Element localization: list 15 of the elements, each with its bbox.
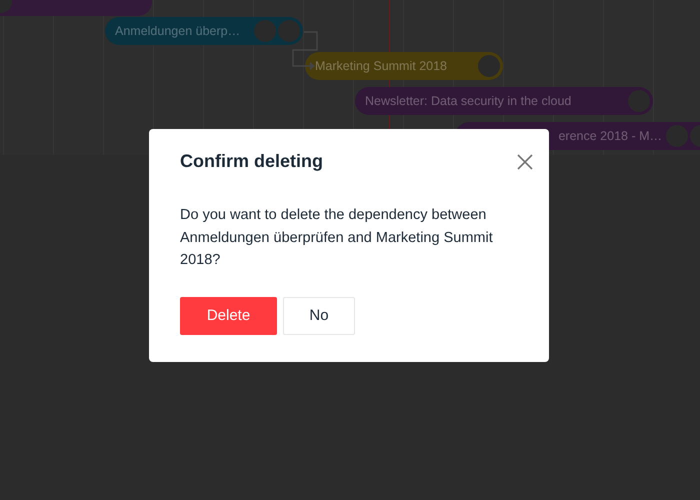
cancel-button[interactable]: No xyxy=(283,296,355,334)
task-title: erence 2018 - M… xyxy=(557,129,663,143)
dialog-message: Do you want to delete the dependency between Anmeldungen überprüfen and Marketing Summit 2018? xyxy=(180,206,494,270)
avatar-icon xyxy=(478,55,500,77)
task-title: Anmeldungen überp… xyxy=(115,24,242,38)
close-icon[interactable] xyxy=(517,154,533,170)
avatar-icon xyxy=(254,20,276,42)
dialog-title: Confirm deleting xyxy=(180,151,323,172)
task-title: Newsletter: Data security in the cloud xyxy=(365,94,572,108)
task-bar[interactable]: Anmeldungen überp… xyxy=(105,17,303,45)
delete-button[interactable]: Delete xyxy=(180,296,277,334)
avatar-icon xyxy=(278,20,300,42)
task-title: Marketing Summit 2018 xyxy=(315,59,448,73)
task-bar[interactable]: Newsletter: Data security in the cloud xyxy=(355,87,653,115)
task-bar[interactable]: Marketing Summit 2018 xyxy=(305,52,503,80)
